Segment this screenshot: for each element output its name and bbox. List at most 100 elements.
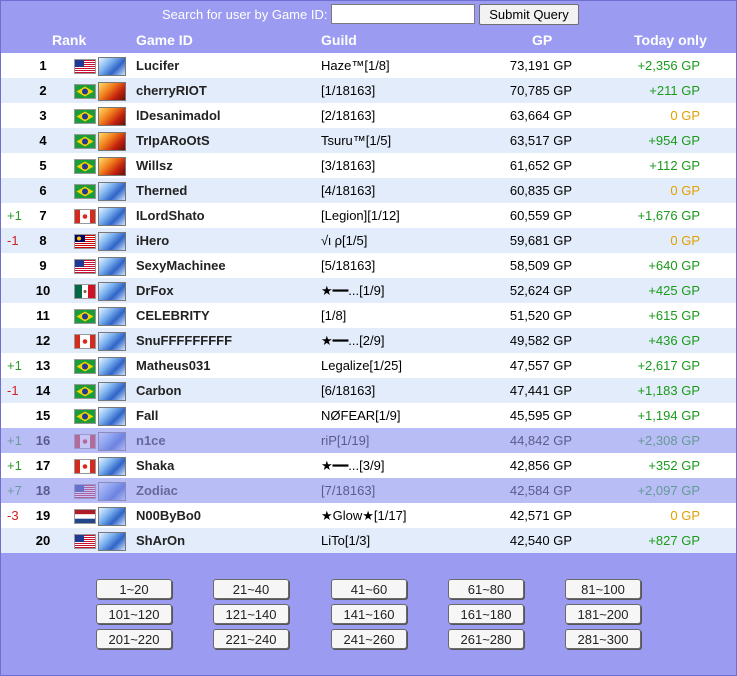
fire-emblem-icon — [98, 82, 126, 101]
player-today-gp: +1,194 GP — [637, 408, 700, 423]
table-row: +1 17 Shaka ★━━...[3/9] 42,856 GP +352 GP — [1, 453, 736, 478]
table-row: 15 Fall NØFEAR[1/9] 45,595 GP +1,194 GP — [1, 403, 736, 428]
player-game-id: iHero — [136, 233, 170, 248]
player-game-id: Shaka — [136, 458, 175, 473]
table-row: 11 CELEBRITY [1/8] 51,520 GP +615 GP — [1, 303, 736, 328]
rank-number: 11 — [36, 308, 50, 323]
nl-flag-icon — [74, 509, 96, 524]
player-guild: [1/8] — [321, 308, 347, 323]
header-guild: Guild — [321, 32, 357, 48]
search-bar: Search for user by Game ID: Submit Query — [1, 1, 736, 28]
player-game-id: n1ce — [136, 433, 166, 448]
rank-number: 1 — [39, 58, 47, 73]
br-flag-icon — [74, 359, 96, 374]
rank-number: 8 — [39, 233, 47, 248]
player-today-gp: +2,308 GP — [637, 433, 700, 448]
page-range-button[interactable]: 201~220 — [96, 629, 172, 649]
br-flag-icon — [74, 384, 96, 399]
player-guild: [5/18163] — [321, 258, 376, 273]
br-flag-icon — [74, 409, 96, 424]
page-range-button[interactable]: 41~60 — [331, 579, 407, 599]
page-range-button[interactable]: 81~100 — [565, 579, 641, 599]
submit-query-button[interactable]: Submit Query — [479, 4, 579, 25]
page-range-button[interactable]: 261~280 — [448, 629, 524, 649]
page-range-button[interactable]: 161~180 — [448, 604, 524, 624]
ice-emblem-icon — [98, 57, 126, 76]
table-row: 4 TrIpARoOtS Tsuru™[1/5] 63,517 GP +954 GP — [1, 128, 736, 153]
ca-flag-icon — [74, 459, 96, 474]
player-guild: Haze™[1/8] — [321, 58, 390, 73]
player-game-id: SexyMachinee — [136, 258, 226, 273]
player-gp: 63,664 GP — [509, 108, 572, 123]
br-flag-icon — [74, 309, 96, 324]
header-rank: Rank — [52, 32, 87, 48]
player-guild: ★━━...[3/9] — [321, 458, 385, 473]
ice-emblem-icon — [98, 407, 126, 426]
page-range-button[interactable]: 121~140 — [213, 604, 289, 624]
ca-flag-icon — [74, 434, 96, 449]
player-gp: 42,584 GP — [509, 483, 572, 498]
header-today: Today only — [634, 32, 707, 48]
player-game-id: DrFox — [136, 283, 174, 298]
my-flag-icon — [74, 234, 96, 249]
search-input[interactable] — [331, 4, 475, 24]
rank-change: +1 — [7, 458, 22, 473]
rank-number: 4 — [39, 133, 47, 148]
ice-emblem-icon — [98, 432, 126, 451]
table-row: -1 14 Carbon [6/18163] 47,441 GP +1,183 GP — [1, 378, 736, 403]
page-range-button[interactable]: 181~200 — [565, 604, 641, 624]
ice-emblem-icon — [98, 507, 126, 526]
player-today-gp: +425 GP — [648, 283, 700, 298]
rank-number: 15 — [35, 408, 51, 423]
player-game-id: Therned — [136, 183, 188, 198]
player-gp: 60,559 GP — [509, 208, 572, 223]
player-guild: ★━━...[1/9] — [321, 283, 385, 298]
rank-number: 10 — [35, 283, 51, 298]
player-gp: 58,509 GP — [509, 258, 572, 273]
player-gp: 42,540 GP — [509, 533, 572, 548]
rank-number: 5 — [39, 158, 47, 173]
ice-emblem-icon — [98, 332, 126, 351]
player-gp: 63,517 GP — [509, 133, 572, 148]
rank-number: 3 — [39, 108, 47, 123]
table-row: 2 cherryRIOT [1/18163] 70,785 GP +211 GP — [1, 78, 736, 103]
page-range-button[interactable]: 281~300 — [565, 629, 641, 649]
table-row: +1 13 Matheus031 Legalize[1/25] 47,557 GP +2,… — [1, 353, 736, 378]
player-today-gp: +1,676 GP — [637, 208, 700, 223]
page-range-button[interactable]: 61~80 — [448, 579, 524, 599]
player-game-id: Carbon — [136, 383, 182, 398]
player-today-gp: +2,097 GP — [637, 483, 700, 498]
br-flag-icon — [74, 84, 96, 99]
player-gp: 70,785 GP — [509, 83, 572, 98]
header-gp: GP — [532, 32, 553, 48]
table-row: 9 SexyMachinee [5/18163] 58,509 GP +640 GP — [1, 253, 736, 278]
rank-change: -3 — [7, 508, 19, 523]
mx-flag-icon — [74, 284, 96, 299]
page-range-button[interactable]: 101~120 — [96, 604, 172, 624]
fire-emblem-icon — [98, 157, 126, 176]
page-range-button[interactable]: 21~40 — [213, 579, 289, 599]
player-today-gp: +2,617 GP — [637, 358, 700, 373]
page-range-button[interactable]: 241~260 — [331, 629, 407, 649]
player-game-id: Willsz — [136, 158, 173, 173]
ranking-table: 1 Lucifer Haze™[1/8] 73,191 GP +2,356 GP 2 che… — [1, 53, 736, 553]
page-range-button[interactable]: 141~160 — [331, 604, 407, 624]
player-guild: [2/18163] — [321, 108, 376, 123]
player-guild: [Legion][1/12] — [321, 208, 400, 223]
player-gp: 61,652 GP — [509, 158, 572, 173]
table-row: +7 18 Zodiac [7/18163] 42,584 GP +2,097 GP — [1, 478, 736, 503]
page-range-button[interactable]: 221~240 — [213, 629, 289, 649]
player-gp: 42,571 GP — [509, 508, 572, 523]
player-gp: 73,191 GP — [509, 58, 572, 73]
ice-emblem-icon — [98, 532, 126, 551]
player-gp: 45,595 GP — [509, 408, 572, 423]
rank-number: 12 — [35, 333, 51, 348]
us-flag-icon — [74, 259, 96, 274]
player-gp: 44,842 GP — [509, 433, 572, 448]
player-guild: [3/18163] — [321, 158, 376, 173]
search-label: Search for user by Game ID: — [162, 7, 328, 22]
page-range-button[interactable]: 1~20 — [96, 579, 172, 599]
player-guild: √ι ρ[1/5] — [321, 233, 368, 248]
table-row: +1 16 n1ce riP[1/19] 44,842 GP +2,308 GP — [1, 428, 736, 453]
player-today-gp: 0 GP — [670, 508, 700, 523]
